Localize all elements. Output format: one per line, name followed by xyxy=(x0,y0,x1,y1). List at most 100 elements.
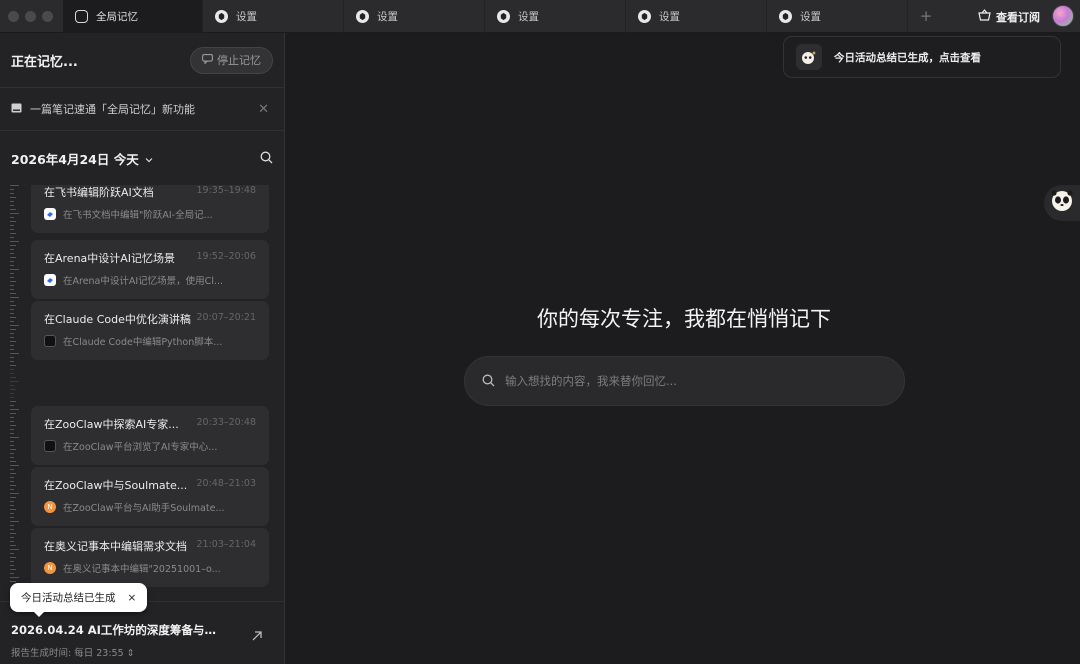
timeline-tick xyxy=(10,577,19,578)
summary-notification-text: 今日活动总结已生成，点击查看 xyxy=(834,51,981,64)
book-icon xyxy=(11,103,22,116)
timeline-tick xyxy=(10,341,16,342)
timeline-tick xyxy=(10,317,16,318)
tab-settings[interactable]: 设置 xyxy=(203,0,344,33)
settings-app-icon xyxy=(497,9,510,23)
timeline-tick xyxy=(10,193,14,194)
zoom-window-button[interactable] xyxy=(42,10,53,22)
activity-time: 19:52–20:06 xyxy=(196,251,256,262)
tab-bar: 全局记忆 设置 设置 设置 设置 设置 + 查看订阅 xyxy=(0,0,1080,33)
timeline-tick xyxy=(10,425,16,426)
activity-title: 在Arena中设计AI记忆场景 xyxy=(44,252,176,265)
summary-notification[interactable]: 今日活动总结已生成，点击查看 xyxy=(783,36,1061,78)
timeline-tick xyxy=(10,189,14,190)
memory-search[interactable] xyxy=(464,356,905,406)
close-icon[interactable]: ✕ xyxy=(258,102,269,117)
panda-sparkle-icon xyxy=(796,44,822,70)
close-window-button[interactable] xyxy=(8,10,19,22)
timeline-tick xyxy=(10,309,14,310)
timeline-tick xyxy=(10,185,19,186)
new-tab-button[interactable]: + xyxy=(908,7,944,25)
search-icon xyxy=(482,372,495,391)
timeline-tick xyxy=(10,449,16,450)
timeline-tick xyxy=(10,549,19,550)
tab-settings[interactable]: 设置 xyxy=(626,0,767,33)
activity-card[interactable]: 在奥义记事本中编辑需求文档 21:03–21:04 N 在奥义记事本中编辑"202… xyxy=(31,528,269,587)
timeline-tick xyxy=(10,285,14,286)
timeline-tick xyxy=(10,261,14,262)
timeline-tick xyxy=(10,293,16,294)
tab-settings[interactable]: 设置 xyxy=(767,0,908,33)
search-input[interactable] xyxy=(505,374,885,388)
timeline-tick xyxy=(10,209,16,210)
feature-notice[interactable]: 一篇笔记速通「全局记忆」新功能 ✕ xyxy=(0,88,284,131)
activity-card[interactable]: 在Arena中设计AI记忆场景 19:52–20:06 在Arena中设计AI记… xyxy=(31,240,269,299)
timeline-tick xyxy=(10,269,19,270)
activity-card[interactable]: 在ZooClaw中探索AI专家... 20:33–20:48 在ZooClaw平… xyxy=(31,406,269,465)
activity-title: 在ZooClaw中探索AI专家... xyxy=(44,418,179,431)
timeline-tick xyxy=(10,301,14,302)
activity-card[interactable]: 在飞书编辑阶跃AI文档 19:35–19:48 在飞书文档中编辑"阶跃AI-全局… xyxy=(31,185,269,233)
timeline-tick xyxy=(10,313,14,314)
timeline-tick xyxy=(10,389,16,390)
timeline-tick xyxy=(10,401,16,402)
timeline-tick xyxy=(10,349,14,350)
timeline-scrubber[interactable] xyxy=(10,185,20,595)
timeline-tick xyxy=(10,201,14,202)
timeline-tick xyxy=(10,277,14,278)
feishu-icon xyxy=(44,208,56,220)
zooclaw-icon: N xyxy=(44,562,56,574)
timeline-tick xyxy=(10,477,14,478)
avatar[interactable] xyxy=(1052,5,1074,27)
timeline-tick xyxy=(10,561,14,562)
memory-icon xyxy=(75,9,88,23)
timeline-tick xyxy=(10,557,16,558)
sidebar: 正在记忆... 停止记忆 一篇笔记速通「全局记忆」新功能 ✕ 2026年4月24… xyxy=(0,33,285,664)
zooclaw-icon: N xyxy=(44,501,56,513)
stop-memory-button[interactable]: 停止记忆 xyxy=(190,46,273,74)
terminal-icon xyxy=(44,335,56,347)
activity-time: 20:33–20:48 xyxy=(196,417,256,428)
summary-toast[interactable]: 今日活动总结已生成 × xyxy=(10,583,148,617)
assistant-panda-button[interactable] xyxy=(1044,185,1080,221)
timeline-tick xyxy=(10,241,19,242)
stop-memory-label: 停止记忆 xyxy=(217,54,261,67)
timeline-tick xyxy=(10,553,14,554)
date-label: 2026年4月24日 今天 xyxy=(11,151,139,167)
tab-global-memory[interactable]: 全局记忆 xyxy=(63,0,203,33)
timeline-tick xyxy=(10,397,14,398)
timeline-tick xyxy=(10,469,14,470)
tab-label: 设置 xyxy=(659,10,680,23)
timeline-tick xyxy=(10,297,19,298)
minimize-window-button[interactable] xyxy=(25,10,36,22)
view-subscription-button[interactable]: 查看订阅 xyxy=(978,0,1040,33)
report-title: 2026.04.24 AI工作坊的深度筹备与智能... xyxy=(11,623,226,637)
search-icon[interactable] xyxy=(260,149,273,168)
timeline-tick xyxy=(10,501,14,502)
activity-card[interactable]: 在ZooClaw中与Soulmate... 20:48–21:03 N 在ZooC… xyxy=(31,467,269,526)
tab-label: 设置 xyxy=(377,10,398,23)
timeline-tick xyxy=(10,421,14,422)
activity-card[interactable]: 在Claude Code中优化演讲稿 20:07–20:21 在Claude C… xyxy=(31,301,269,360)
timeline-tick xyxy=(10,433,14,434)
main-area: 今日活动总结已生成，点击查看 你的每次专注，我都在悄悄记下 xyxy=(286,33,1080,664)
report-schedule[interactable]: 报告生成时间: 每日 23:55 ⇕ xyxy=(11,645,274,659)
timeline-tick xyxy=(10,217,14,218)
timeline-tick xyxy=(10,221,16,222)
timeline-tick xyxy=(10,205,14,206)
timeline-tick xyxy=(10,405,14,406)
timeline-tick xyxy=(10,381,19,382)
timeline-tick xyxy=(10,573,14,574)
timeline-tick xyxy=(10,357,14,358)
timeline-tick xyxy=(10,393,14,394)
tab-settings[interactable]: 设置 xyxy=(344,0,485,33)
activity-title: 在ZooClaw中与Soulmate... xyxy=(44,479,188,492)
window-controls xyxy=(0,0,63,33)
date-selector[interactable]: 2026年4月24日 今天 xyxy=(11,149,153,168)
open-arrow-icon[interactable] xyxy=(251,630,263,646)
hero-heading: 你的每次专注，我都在悄悄记下 xyxy=(537,307,831,331)
timeline-tick xyxy=(10,417,14,418)
tab-settings[interactable]: 设置 xyxy=(485,0,626,33)
timeline-tick xyxy=(10,505,14,506)
close-icon[interactable]: × xyxy=(128,592,137,604)
